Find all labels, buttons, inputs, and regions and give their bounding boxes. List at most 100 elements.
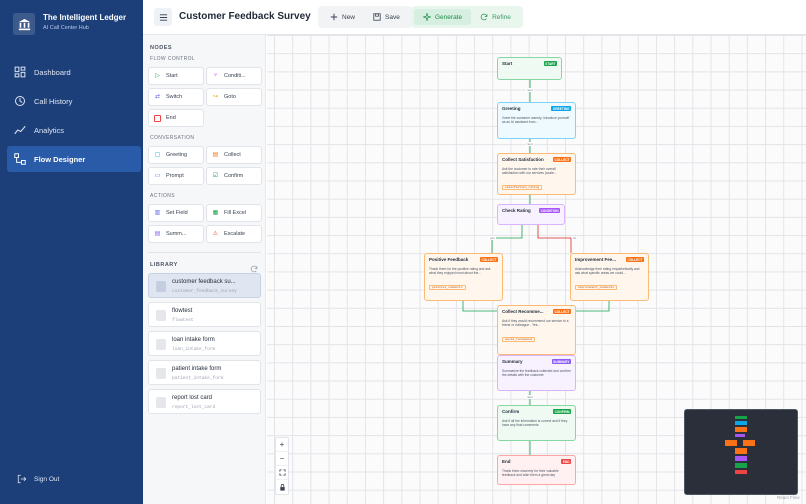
palette-item-greeting[interactable]: ▢ Greeting [148, 146, 204, 164]
flow-node-confirm[interactable]: Confirm CONFIRM Ask if all the informatio… [497, 405, 576, 441]
canvas-controls: + − [275, 437, 289, 495]
node-description: Thank them sincerely for their valuable … [502, 469, 559, 478]
palette-item-summary[interactable]: ▤ Summ... [148, 225, 204, 243]
node-badge: COLLECT [552, 309, 571, 314]
node-badge: START [543, 61, 557, 66]
edge-label: next [526, 88, 534, 92]
file-icon [156, 281, 166, 292]
palette-item-label: Fill Excel [224, 210, 247, 216]
palette-item-label: Switch [166, 94, 183, 100]
save-button[interactable]: Save [364, 9, 409, 25]
sidebar-item-call-history[interactable]: Call History [7, 88, 141, 114]
bank-logo-icon [13, 13, 35, 35]
sidebar: The Intelligent Ledger AI Call Center Hu… [0, 0, 143, 504]
sign-out-button[interactable]: Sign Out [17, 474, 59, 484]
palette-item-fill-excel[interactable]: ▦ Fill Excel [206, 204, 262, 222]
flow-node-positive-feedback[interactable]: Positive Feedback COLLECT Thank them for … [424, 253, 503, 301]
file-icon [156, 368, 166, 379]
library-item[interactable]: patient intake form patient_intake_form [148, 360, 261, 385]
flow-node-check-rating[interactable]: Check Rating CONDITION [497, 204, 565, 225]
node-badge: COLLECT [625, 257, 644, 262]
zoom-in-button[interactable]: + [276, 438, 288, 452]
library-item[interactable]: customer feedback su... customer_feedbac… [148, 273, 261, 298]
sidebar-item-label: Flow Designer [34, 154, 86, 164]
node-field-tag: would_recommend [502, 337, 536, 343]
library-item[interactable]: report lost card report_lost_card [148, 389, 261, 414]
node-title: End [502, 459, 511, 464]
file-actions-group: New Save [318, 6, 412, 28]
dashboard-icon [14, 66, 26, 78]
flow-node-collect-recommendation[interactable]: Collect Recomme... COLLECT Ask if they wo… [497, 305, 576, 355]
fit-view-button[interactable] [276, 466, 288, 480]
minimap[interactable] [684, 409, 798, 495]
refresh-icon [480, 13, 488, 21]
palette-item-confirm[interactable]: ☑ Confirm [206, 167, 262, 185]
palette-item-set-field[interactable]: ▥ Set Field [148, 204, 204, 222]
library-item-name: loan intake form [172, 337, 215, 343]
plus-icon [330, 13, 338, 21]
node-description: Greet the customer warmly, introduce you… [502, 116, 570, 125]
node-title: Check Rating [502, 208, 531, 213]
actions-heading: ACTIONS [150, 193, 176, 199]
sparkle-icon [423, 13, 431, 21]
refine-button[interactable]: Refine [471, 9, 520, 25]
palette-item-prompt[interactable]: ▭ Prompt [148, 167, 204, 185]
check-square-icon: ☑ [212, 172, 219, 179]
flow-node-collect-satisfaction[interactable]: Collect Satisfaction COLLECT Ask the cust… [497, 153, 576, 195]
palette-item-switch[interactable]: ⇄ Switch [148, 88, 204, 106]
flow-node-summary[interactable]: Summary SUMMARY Summarize the feedback co… [497, 355, 576, 391]
library-item[interactable]: flowtest flowtest [148, 302, 261, 327]
clipboard-icon: ▤ [212, 151, 219, 158]
flow-node-improvement-feedback[interactable]: Improvement Fee... COLLECT Acknowledge th… [570, 253, 649, 301]
react-flow-attribution[interactable]: React Flow [777, 495, 800, 500]
palette-item-end[interactable]: End [148, 109, 204, 127]
library-item-file: patient_intake_form [172, 376, 224, 381]
flow-title[interactable]: Customer Feedback Survey [179, 11, 311, 22]
node-title: Improvement Fee... [575, 257, 617, 262]
generate-button[interactable]: Generate [414, 9, 472, 25]
node-title: Collect Satisfaction [502, 157, 544, 162]
sidebar-item-label: Dashboard [34, 67, 71, 77]
node-badge: COLLECT [552, 157, 571, 162]
lock-button[interactable] [276, 480, 288, 494]
sidebar-item-label: Call History [34, 96, 73, 106]
sidebar-nav: Dashboard Call History Analytics Flow De… [7, 59, 141, 175]
palette-toggle-button[interactable] [154, 8, 172, 26]
palette-item-label: Prompt [166, 173, 184, 179]
flow-node-start[interactable]: Start START [497, 57, 562, 80]
document-icon: ▤ [154, 230, 161, 237]
sidebar-item-dashboard[interactable]: Dashboard [7, 59, 141, 85]
node-badge: CONFIRM [553, 409, 571, 414]
history-icon [15, 96, 25, 106]
palette-item-goto[interactable]: ↪ Goto [206, 88, 262, 106]
palette-item-collect[interactable]: ▤ Collect [206, 146, 262, 164]
ai-actions-group: Generate Refine [411, 6, 523, 28]
palette-item-escalate[interactable]: ⚠ Escalate [206, 225, 262, 243]
palette-item-condition[interactable]: ⑂ Conditi... [206, 67, 262, 85]
message-icon: ▭ [154, 172, 161, 179]
top-toolbar: Customer Feedback Survey New Save Genera… [143, 0, 806, 35]
new-button[interactable]: New [321, 9, 364, 25]
file-icon [156, 397, 166, 408]
edge-label: next [526, 395, 534, 399]
library-item[interactable]: loan intake form loan_intake_form [148, 331, 261, 356]
sidebar-item-analytics[interactable]: Analytics [7, 117, 141, 143]
node-title: Summary [502, 359, 523, 364]
file-icon [156, 310, 166, 321]
flow-canvas[interactable]: next next yes no next Start START Greetin… [267, 35, 806, 504]
zoom-out-button[interactable]: − [276, 452, 288, 466]
library-heading: LIBRARY [150, 262, 178, 268]
sidebar-item-flow-designer[interactable]: Flow Designer [7, 146, 141, 172]
app-root: The Intelligent Ledger AI Call Center Hu… [0, 0, 806, 504]
node-title: Confirm [502, 409, 520, 414]
edge-label: no [572, 236, 578, 240]
palette-item-start[interactable]: ▷ Start [148, 67, 204, 85]
divider [148, 252, 261, 253]
menu-icon [159, 13, 167, 21]
node-palette: NODES FLOW CONTROL ▷ Start ⑂ Conditi... ⇄ S… [143, 35, 266, 504]
node-field-tag: improvement_comments [575, 285, 618, 291]
node-title: Positive Feedback [429, 257, 469, 262]
flow-node-greeting[interactable]: Greeting GREETING Greet the customer warm… [497, 102, 576, 139]
flow-node-end[interactable]: End END Thank them sincerely for their va… [497, 455, 576, 485]
node-field-tag: positive_comments [429, 285, 466, 291]
